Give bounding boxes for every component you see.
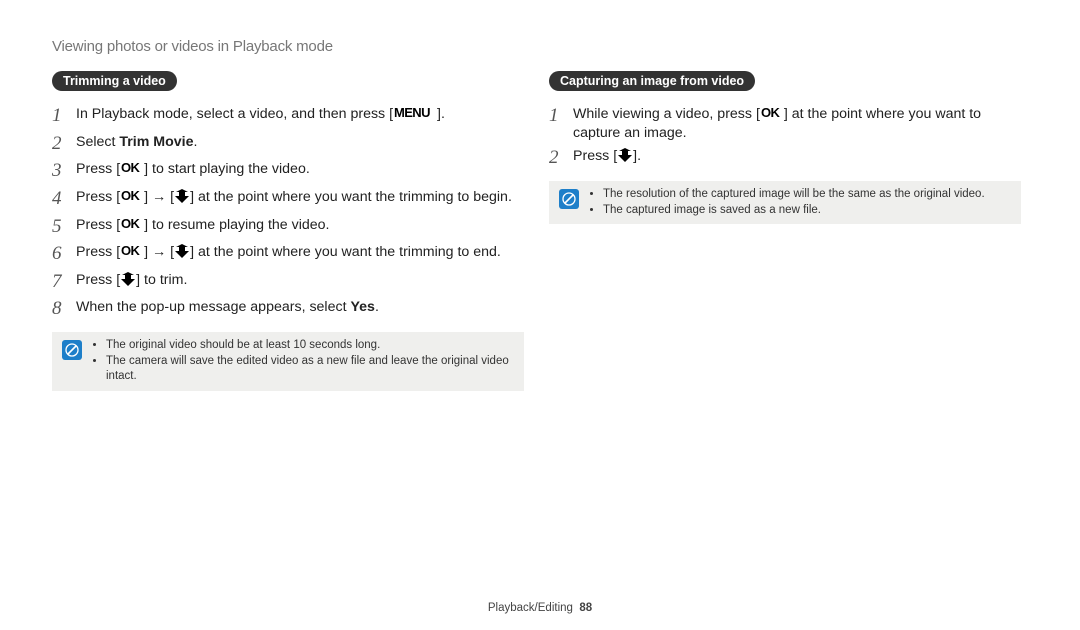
right-column: Capturing an image from video 1While vie… — [549, 71, 1030, 391]
step-item: 2Select Trim Movie. — [52, 131, 533, 157]
step-number: 3 — [52, 158, 76, 184]
ok-icon — [761, 106, 783, 120]
step-item: 6Press [] → [] at the point where you wa… — [52, 241, 533, 267]
step-number: 4 — [52, 186, 76, 212]
note-box-capturing: The resolution of the captured image wil… — [549, 181, 1021, 224]
page-footer: Playback/Editing 88 — [0, 602, 1080, 614]
step-item: 4Press [] → [] at the point where you wa… — [52, 186, 533, 212]
step-item: 1While viewing a video, press [] at the … — [549, 103, 1030, 143]
step-item: 1In Playback mode, select a video, and t… — [52, 103, 533, 129]
section-badge-capturing: Capturing an image from video — [549, 71, 755, 91]
step-text: In Playback mode, select a video, and th… — [76, 103, 445, 124]
step-number: 2 — [549, 145, 573, 171]
menu-icon — [394, 106, 436, 120]
note-item: The original video should be at least 10… — [106, 338, 510, 354]
step-text: When the pop-up message appears, select … — [76, 296, 379, 317]
note-item: The resolution of the captured image wil… — [603, 187, 985, 203]
step-text: Press [] to resume playing the video. — [76, 214, 330, 235]
footer-section: Playback/Editing — [488, 602, 573, 614]
step-number: 6 — [52, 241, 76, 267]
note-item: The camera will save the edited video as… — [106, 354, 510, 385]
step-item: 3Press [] to start playing the video. — [52, 158, 533, 184]
step-number: 2 — [52, 131, 76, 157]
step-number: 5 — [52, 214, 76, 240]
note-box-trimming: The original video should be at least 10… — [52, 332, 524, 391]
step-item: 2Press []. — [549, 145, 1030, 171]
step-item: 8When the pop-up message appears, select… — [52, 296, 533, 322]
step-text: Press []. — [573, 145, 641, 166]
info-icon — [62, 340, 82, 360]
footer-page-number: 88 — [579, 602, 592, 614]
note-item: The captured image is saved as a new fil… — [603, 203, 985, 219]
ok-icon — [121, 217, 143, 231]
step-text: Press [] → [] at the point where you wan… — [76, 241, 501, 262]
info-icon — [559, 189, 579, 209]
left-column: Trimming a video 1In Playback mode, sele… — [52, 71, 533, 391]
step-item: 5Press [] to resume playing the video. — [52, 214, 533, 240]
step-text: Select Trim Movie. — [76, 131, 197, 152]
note-list-capturing: The resolution of the captured image wil… — [589, 187, 989, 218]
steps-capturing: 1While viewing a video, press [] at the … — [549, 103, 1030, 171]
down-icon — [618, 148, 632, 162]
down-icon — [121, 272, 135, 286]
step-number: 7 — [52, 269, 76, 295]
ok-icon — [121, 189, 143, 203]
step-number: 1 — [52, 103, 76, 129]
step-text: While viewing a video, press [] at the p… — [573, 103, 1030, 143]
page-header: Viewing photos or videos in Playback mod… — [52, 38, 1030, 55]
ok-icon — [121, 244, 143, 258]
steps-trimming: 1In Playback mode, select a video, and t… — [52, 103, 533, 322]
ok-icon — [121, 161, 143, 175]
down-icon — [175, 189, 189, 203]
note-list-trimming: The original video should be at least 10… — [92, 338, 514, 385]
step-number: 8 — [52, 296, 76, 322]
step-text: Press [] → [] at the point where you wan… — [76, 186, 512, 207]
step-text: Press [] to start playing the video. — [76, 158, 310, 179]
down-icon — [175, 244, 189, 258]
section-badge-trimming: Trimming a video — [52, 71, 177, 91]
step-item: 7Press [] to trim. — [52, 269, 533, 295]
step-number: 1 — [549, 103, 573, 129]
step-text: Press [] to trim. — [76, 269, 187, 290]
